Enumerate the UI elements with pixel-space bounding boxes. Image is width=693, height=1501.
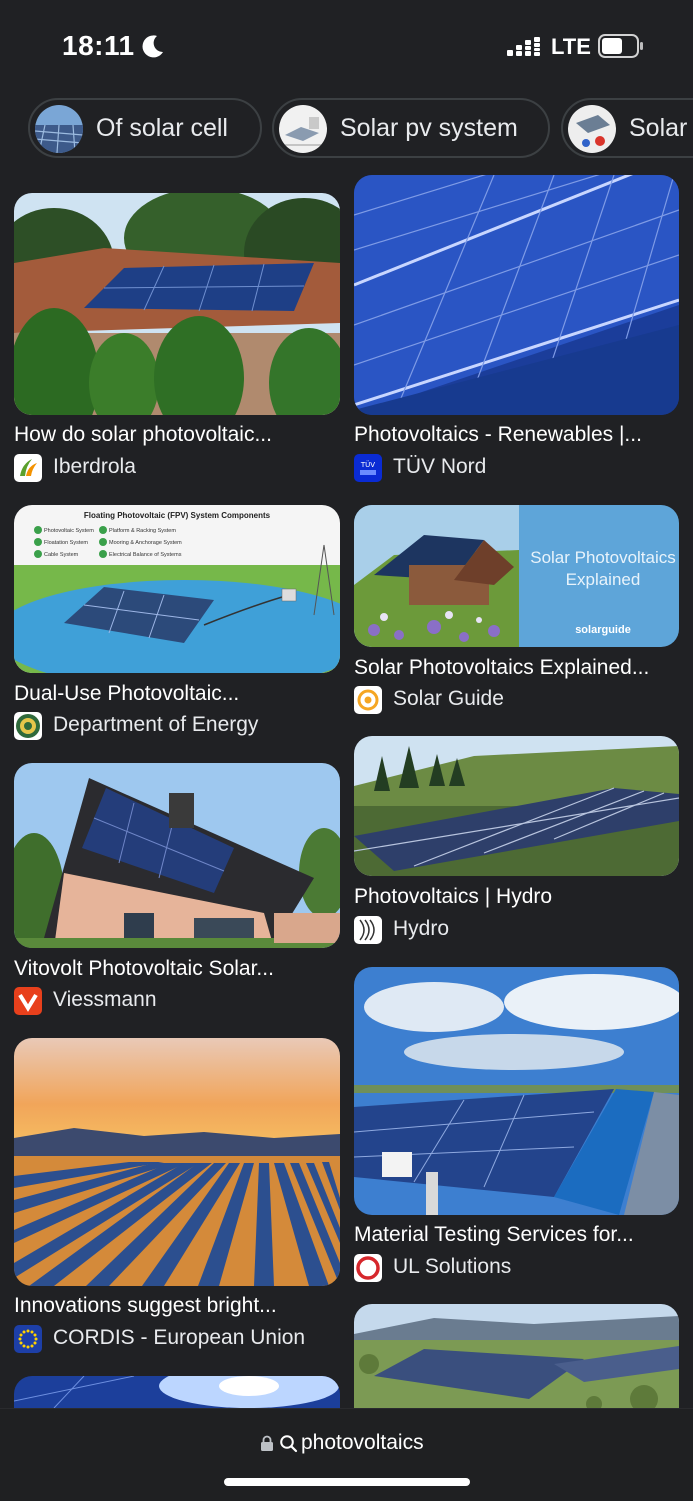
result-title[interactable]: Photovoltaics - Renewables |... [354, 423, 642, 447]
overlay-text: Explained [566, 570, 641, 589]
search-icon [280, 1435, 298, 1453]
result-title[interactable]: How do solar photovoltaic... [14, 423, 272, 447]
eu-flag-icon [14, 1325, 42, 1353]
diagram-item: Cable System [44, 552, 79, 558]
chip-solar[interactable]: Solar [561, 98, 693, 158]
result-title[interactable]: Solar Photovoltaics Explained... [354, 656, 649, 680]
signal-strength-icon [507, 37, 540, 56]
chip-thumbnail [568, 105, 616, 153]
result-title[interactable]: Innovations suggest bright... [14, 1294, 277, 1318]
result-title[interactable]: Dual-Use Photovoltaic... [14, 682, 239, 706]
image-result-card[interactable]: Floating Photovoltaic (FPV) System Compo… [14, 505, 340, 745]
chip-solar-pv-system[interactable]: Solar pv system [272, 98, 550, 158]
diagram-item: Floatation System [44, 540, 88, 546]
image-result-card[interactable]: Photovoltaics - Renewables |... TÜV TÜV … [354, 175, 679, 485]
solar-guide-logo-icon [354, 686, 382, 714]
overlay-text: Solar Photovoltaics [530, 548, 676, 567]
image-result-card[interactable]: Solar Photovoltaics Explained solarguide… [354, 505, 679, 715]
doe-seal-icon [14, 712, 42, 740]
image-result-card[interactable]: Innovations suggest bright... CORDIS - E… [14, 1038, 340, 1356]
chip-label: Of solar cell [96, 114, 228, 142]
related-search-chips: Of solar cell Solar pv system Solar [0, 98, 693, 162]
image-result-card[interactable]: Material Testing Services for... UL Solu… [354, 967, 679, 1285]
image-result-card[interactable]: Vitovolt Photovoltaic Solar... Viessmann [14, 763, 340, 1018]
result-title[interactable]: Photovoltaics | Hydro [354, 885, 552, 909]
image-result-card[interactable]: Photovoltaics | Hydro Hydro [354, 736, 679, 946]
image-result-card[interactable] [14, 1376, 340, 1436]
search-query-text: photovoltaics [301, 1431, 424, 1454]
diagram-item: Platform & Racking System [109, 528, 176, 534]
battery-icon [598, 34, 643, 58]
home-indicator[interactable] [224, 1478, 470, 1486]
image-result-card[interactable]: How do solar photovoltaic... Iberdrola [14, 193, 340, 485]
chip-label: Solar [629, 114, 688, 142]
network-type: LTE [551, 34, 591, 59]
chip-thumbnail [35, 105, 83, 153]
diagram-item: Photovoltaic System [44, 528, 94, 534]
viessmann-logo-icon [14, 987, 42, 1015]
tuv-nord-logo-icon: TÜV [354, 454, 382, 482]
status-bar: 18:11 LTE [0, 0, 693, 90]
result-image[interactable] [354, 967, 679, 1215]
lock-icon [261, 1435, 273, 1451]
result-image[interactable]: Floating Photovoltaic (FPV) System Compo… [14, 505, 340, 673]
chip-label: Solar pv system [340, 114, 518, 142]
chip-thumbnail [279, 105, 327, 153]
svg-text:TÜV: TÜV [360, 460, 375, 469]
browser-bottom-bar: photovoltaics [0, 1408, 693, 1501]
diagram-item: Electrical Balance of Systems [109, 552, 182, 558]
result-image[interactable] [14, 1038, 340, 1286]
result-image[interactable] [354, 175, 679, 415]
image-result-card[interactable] [354, 1304, 679, 1444]
diagram-heading: Floating Photovoltaic (FPV) System Compo… [84, 511, 271, 520]
iberdrola-logo-icon [14, 454, 42, 482]
moon-icon [142, 35, 163, 58]
result-title[interactable]: Material Testing Services for... [354, 1223, 634, 1247]
diagram-item: Mooring & Anchorage System [109, 540, 182, 546]
result-image[interactable]: Solar Photovoltaics Explained solarguide [354, 505, 679, 647]
result-image[interactable] [14, 763, 340, 948]
ul-solutions-logo-icon [354, 1254, 382, 1282]
result-title[interactable]: Vitovolt Photovoltaic Solar... [14, 957, 274, 981]
chip-of-solar-cell[interactable]: Of solar cell [28, 98, 262, 158]
result-image[interactable] [14, 193, 340, 415]
hydro-logo-icon [354, 916, 382, 944]
overlay-brand: solarguide [575, 624, 631, 636]
result-image[interactable] [354, 736, 679, 876]
clock: 18:11 [62, 30, 135, 61]
